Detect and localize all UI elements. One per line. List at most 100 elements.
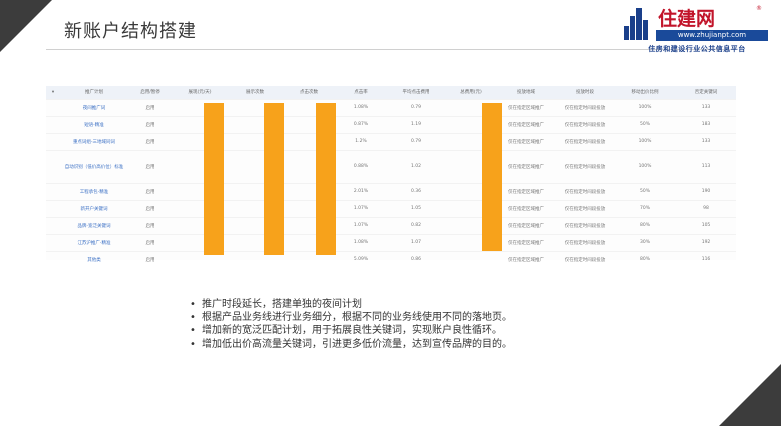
cell-status: 启用: [128, 216, 172, 234]
row-select-cell[interactable]: [46, 216, 60, 234]
cell-avg-cost: 0.36: [386, 182, 446, 200]
table-row: 其他类 启用 5.09% 0.86 仅在指定区域推广 仅在指定时间段投放 80% 116: [46, 250, 736, 268]
cell-mobile: 100%: [614, 98, 676, 116]
cell-redacted: [446, 250, 496, 268]
cell-name[interactable]: 自动识别（低价高价位）标准: [60, 149, 128, 183]
building-icon: [624, 8, 650, 40]
campaign-table-screenshot: ▾ 推广计划 启用/暂停 展现(元/天) 展示次数 点击次数 点击率 平均点击费用 总费用(元)…: [46, 86, 736, 268]
slide: 新账户结构搭建 住建网 ® www.zhujianpt.com 住房和建设行业公…: [0, 0, 781, 426]
cell-region: 仅在指定区域推广: [496, 115, 556, 133]
table-row: 工程承包-精准 启用 2.01% 0.36 仅在指定区域推广 仅在指定时间段投放 50% 19…: [46, 182, 736, 200]
cell-status: 启用: [128, 250, 172, 268]
cell-status: 启用: [128, 149, 172, 183]
row-select-cell[interactable]: [46, 199, 60, 217]
cell-name[interactable]: 短语-精准: [60, 115, 128, 133]
cell-name[interactable]: 其他类: [60, 250, 128, 268]
cell-mobile: 80%: [614, 250, 676, 268]
cell-period: 仅在指定时间段投放: [556, 216, 614, 234]
cell-period: 仅在指定时间段投放: [556, 182, 614, 200]
cell-negatives: 113: [676, 149, 736, 183]
cell-name[interactable]: 品牌-宽泛关键词: [60, 216, 128, 234]
logo-tagline: 住房和建设行业公共信息平台: [648, 45, 746, 53]
cell-name[interactable]: 工程承包-精准: [60, 182, 128, 200]
column-header[interactable]: 启用/暂停: [128, 86, 172, 99]
column-header[interactable]: 移动出价比例: [614, 86, 676, 99]
column-header[interactable]: 投放时段: [556, 86, 614, 99]
column-header[interactable]: 展示次数: [228, 86, 282, 99]
column-header[interactable]: 推广计划: [60, 86, 128, 99]
cell-negatives: 116: [676, 250, 736, 268]
cell-negatives: 133: [676, 132, 736, 150]
cell-negatives: 133: [676, 98, 736, 116]
cell-status: 启用: [128, 132, 172, 150]
redaction-bar-clicks: [316, 103, 336, 255]
cell-negatives: 190: [676, 182, 736, 200]
cell-ctr: 1.08%: [336, 233, 386, 251]
table-row: 江苏沪推广-精准 启用 1.08% 1.07 仅在指定区域推广 仅在指定时间段投放 30% 1…: [46, 233, 736, 251]
row-select-cell[interactable]: [46, 115, 60, 133]
row-select-cell[interactable]: [46, 233, 60, 251]
cell-ctr: 0.88%: [336, 149, 386, 183]
table-row: 品牌-宽泛关键词 启用 1.07% 0.82 仅在指定区域推广 仅在指定时间段投放 80% 1…: [46, 216, 736, 234]
cell-period: 仅在指定时间段投放: [556, 233, 614, 251]
table-row: 重点词组-三地域同词 启用 1.2% 0.79 仅在指定区域推广 仅在指定时间段投放 100…: [46, 132, 736, 150]
cell-ctr: 2.01%: [336, 182, 386, 200]
column-header[interactable]: 否定关键词: [676, 86, 736, 99]
column-header[interactable]: 投放地域: [496, 86, 556, 99]
table-row: 短语-精准 启用 0.87% 1.19 仅在指定区域推广 仅在指定时间段投放 50% 183: [46, 115, 736, 133]
cell-ctr: 1.07%: [336, 199, 386, 217]
corner-decoration-bottom-right: [719, 364, 781, 426]
row-select-cell[interactable]: [46, 149, 60, 183]
corner-decoration-top-left: [0, 0, 52, 52]
table-row: 自动识别（低价高价位）标准 启用 0.88% 1.02 仅在指定区域推广 仅在指定时间段投…: [46, 149, 736, 183]
bullet-item: 根据产品业务线进行业务细分，根据不同的业务线使用不同的落地页。: [188, 311, 512, 324]
row-select-cell[interactable]: [46, 182, 60, 200]
cell-mobile: 50%: [614, 115, 676, 133]
column-header[interactable]: ▾: [46, 86, 60, 99]
campaign-table: ▾ 推广计划 启用/暂停 展现(元/天) 展示次数 点击次数 点击率 平均点击费用 总费用(元)…: [46, 86, 736, 268]
cell-period: 仅在指定时间段投放: [556, 98, 614, 116]
cell-status: 启用: [128, 233, 172, 251]
bullet-item: 增加低出价高流量关键词，引进更多低价流量，达到宣传品牌的目的。: [188, 338, 512, 351]
cell-mobile: 50%: [614, 182, 676, 200]
cell-region: 仅在指定区域推广: [496, 216, 556, 234]
cell-region: 仅在指定区域推广: [496, 182, 556, 200]
cell-name[interactable]: 江苏沪推广-精准: [60, 233, 128, 251]
bullet-item: 增加新的宽泛匹配计划，用于拓展良性关键词，实现账户良性循环。: [188, 324, 512, 337]
column-header[interactable]: 点击次数: [282, 86, 336, 99]
cell-ctr: 1.08%: [336, 98, 386, 116]
logo-brand: 住建网: [658, 8, 716, 30]
cell-name[interactable]: 新开户关键词: [60, 199, 128, 217]
cell-ctr: 0.87%: [336, 115, 386, 133]
cell-ctr: 1.2%: [336, 132, 386, 150]
cell-period: 仅在指定时间段投放: [556, 115, 614, 133]
cell-ctr: 1.07%: [336, 216, 386, 234]
cell-period: 仅在指定时间段投放: [556, 132, 614, 150]
cell-mobile: 70%: [614, 199, 676, 217]
slide-title: 新账户结构搭建: [64, 21, 197, 42]
column-header[interactable]: 总费用(元): [446, 86, 496, 99]
cell-period: 仅在指定时间段投放: [556, 250, 614, 268]
row-select-cell[interactable]: [46, 132, 60, 150]
column-header[interactable]: 展现(元/天): [172, 86, 228, 99]
cell-name[interactable]: 夜间推广词: [60, 98, 128, 116]
cell-avg-cost: 0.82: [386, 216, 446, 234]
cell-region: 仅在指定区域推广: [496, 98, 556, 116]
table-header-row: ▾ 推广计划 启用/暂停 展现(元/天) 展示次数 点击次数 点击率 平均点击费用 总费用(元)…: [46, 86, 736, 99]
cell-region: 仅在指定区域推广: [496, 233, 556, 251]
column-header[interactable]: 点击率: [336, 86, 386, 99]
cell-negatives: 183: [676, 115, 736, 133]
cell-negatives: 192: [676, 233, 736, 251]
column-header[interactable]: 平均点击费用: [386, 86, 446, 99]
cell-region: 仅在指定区域推广: [496, 250, 556, 268]
redaction-bar-impressions-budget: [204, 103, 224, 255]
cell-name[interactable]: 重点词组-三地域同词: [60, 132, 128, 150]
bullet-item: 推广时段延长，搭建单独的夜间计划: [188, 298, 512, 311]
row-select-cell[interactable]: [46, 98, 60, 116]
cell-mobile: 100%: [614, 149, 676, 183]
cell-ctr: 5.09%: [336, 250, 386, 268]
table-row: 新开户关键词 启用 1.07% 1.05 仅在指定区域推广 仅在指定时间段投放 70% 98: [46, 199, 736, 217]
row-select-cell[interactable]: [46, 250, 60, 268]
cell-region: 仅在指定区域推广: [496, 132, 556, 150]
cell-avg-cost: 0.79: [386, 98, 446, 116]
